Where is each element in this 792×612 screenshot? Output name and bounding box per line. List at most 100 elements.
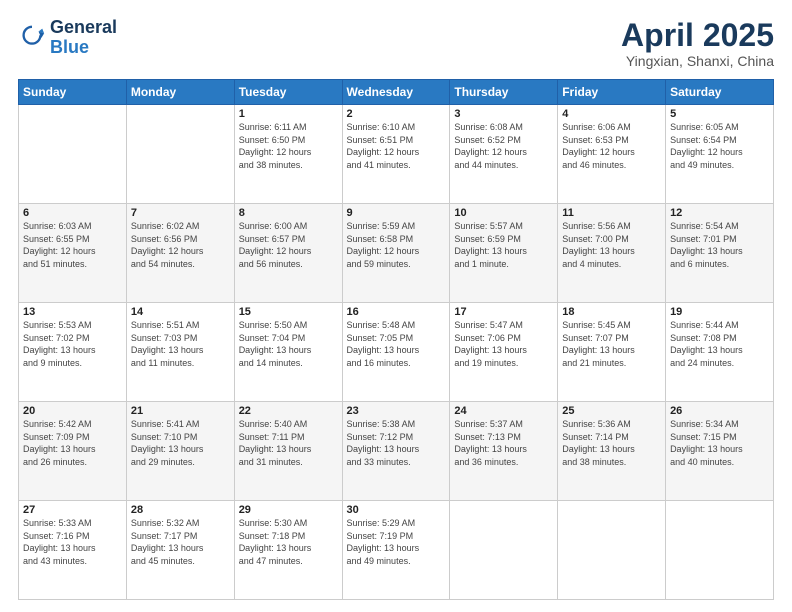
calendar-cell: 29Sunrise: 5:30 AM Sunset: 7:18 PM Dayli… [234, 501, 342, 600]
day-info: Sunrise: 6:10 AM Sunset: 6:51 PM Dayligh… [347, 121, 446, 171]
logo-icon [18, 24, 46, 52]
calendar-cell [19, 105, 127, 204]
day-number: 12 [670, 207, 769, 219]
calendar-cell: 27Sunrise: 5:33 AM Sunset: 7:16 PM Dayli… [19, 501, 127, 600]
calendar-cell: 5Sunrise: 6:05 AM Sunset: 6:54 PM Daylig… [666, 105, 774, 204]
calendar-cell: 4Sunrise: 6:06 AM Sunset: 6:53 PM Daylig… [558, 105, 666, 204]
day-number: 18 [562, 306, 661, 318]
day-number: 26 [670, 405, 769, 417]
day-info: Sunrise: 5:36 AM Sunset: 7:14 PM Dayligh… [562, 418, 661, 468]
calendar-cell: 12Sunrise: 5:54 AM Sunset: 7:01 PM Dayli… [666, 204, 774, 303]
calendar-cell [558, 501, 666, 600]
day-number: 1 [239, 108, 338, 120]
calendar-cell: 28Sunrise: 5:32 AM Sunset: 7:17 PM Dayli… [126, 501, 234, 600]
day-number: 29 [239, 504, 338, 516]
day-info: Sunrise: 5:42 AM Sunset: 7:09 PM Dayligh… [23, 418, 122, 468]
location: Yingxian, Shanxi, China [621, 53, 774, 69]
calendar-cell: 21Sunrise: 5:41 AM Sunset: 7:10 PM Dayli… [126, 402, 234, 501]
calendar-table: SundayMondayTuesdayWednesdayThursdayFrid… [18, 79, 774, 600]
calendar-cell: 3Sunrise: 6:08 AM Sunset: 6:52 PM Daylig… [450, 105, 558, 204]
calendar-cell: 10Sunrise: 5:57 AM Sunset: 6:59 PM Dayli… [450, 204, 558, 303]
day-info: Sunrise: 6:05 AM Sunset: 6:54 PM Dayligh… [670, 121, 769, 171]
calendar-cell: 26Sunrise: 5:34 AM Sunset: 7:15 PM Dayli… [666, 402, 774, 501]
day-number: 19 [670, 306, 769, 318]
day-info: Sunrise: 5:37 AM Sunset: 7:13 PM Dayligh… [454, 418, 553, 468]
calendar-header-row: SundayMondayTuesdayWednesdayThursdayFrid… [19, 80, 774, 105]
calendar-cell: 14Sunrise: 5:51 AM Sunset: 7:03 PM Dayli… [126, 303, 234, 402]
calendar-day-header: Thursday [450, 80, 558, 105]
day-info: Sunrise: 5:59 AM Sunset: 6:58 PM Dayligh… [347, 220, 446, 270]
title-block: April 2025 Yingxian, Shanxi, China [621, 18, 774, 69]
day-info: Sunrise: 5:50 AM Sunset: 7:04 PM Dayligh… [239, 319, 338, 369]
calendar-cell: 13Sunrise: 5:53 AM Sunset: 7:02 PM Dayli… [19, 303, 127, 402]
day-info: Sunrise: 5:41 AM Sunset: 7:10 PM Dayligh… [131, 418, 230, 468]
calendar-cell: 15Sunrise: 5:50 AM Sunset: 7:04 PM Dayli… [234, 303, 342, 402]
calendar-cell: 7Sunrise: 6:02 AM Sunset: 6:56 PM Daylig… [126, 204, 234, 303]
day-info: Sunrise: 5:48 AM Sunset: 7:05 PM Dayligh… [347, 319, 446, 369]
day-number: 21 [131, 405, 230, 417]
calendar-cell: 18Sunrise: 5:45 AM Sunset: 7:07 PM Dayli… [558, 303, 666, 402]
day-number: 7 [131, 207, 230, 219]
day-info: Sunrise: 5:47 AM Sunset: 7:06 PM Dayligh… [454, 319, 553, 369]
day-info: Sunrise: 5:33 AM Sunset: 7:16 PM Dayligh… [23, 517, 122, 567]
calendar-cell [126, 105, 234, 204]
day-info: Sunrise: 5:54 AM Sunset: 7:01 PM Dayligh… [670, 220, 769, 270]
calendar-cell: 30Sunrise: 5:29 AM Sunset: 7:19 PM Dayli… [342, 501, 450, 600]
calendar-cell [450, 501, 558, 600]
day-number: 2 [347, 108, 446, 120]
day-info: Sunrise: 6:03 AM Sunset: 6:55 PM Dayligh… [23, 220, 122, 270]
day-info: Sunrise: 5:38 AM Sunset: 7:12 PM Dayligh… [347, 418, 446, 468]
day-number: 22 [239, 405, 338, 417]
calendar-week-row: 6Sunrise: 6:03 AM Sunset: 6:55 PM Daylig… [19, 204, 774, 303]
calendar-cell: 25Sunrise: 5:36 AM Sunset: 7:14 PM Dayli… [558, 402, 666, 501]
day-info: Sunrise: 6:00 AM Sunset: 6:57 PM Dayligh… [239, 220, 338, 270]
day-number: 6 [23, 207, 122, 219]
calendar-day-header: Saturday [666, 80, 774, 105]
calendar-cell: 6Sunrise: 6:03 AM Sunset: 6:55 PM Daylig… [19, 204, 127, 303]
calendar-cell: 9Sunrise: 5:59 AM Sunset: 6:58 PM Daylig… [342, 204, 450, 303]
day-info: Sunrise: 5:51 AM Sunset: 7:03 PM Dayligh… [131, 319, 230, 369]
day-number: 11 [562, 207, 661, 219]
calendar-week-row: 1Sunrise: 6:11 AM Sunset: 6:50 PM Daylig… [19, 105, 774, 204]
day-number: 8 [239, 207, 338, 219]
day-info: Sunrise: 5:29 AM Sunset: 7:19 PM Dayligh… [347, 517, 446, 567]
calendar-week-row: 27Sunrise: 5:33 AM Sunset: 7:16 PM Dayli… [19, 501, 774, 600]
day-number: 24 [454, 405, 553, 417]
day-number: 23 [347, 405, 446, 417]
day-info: Sunrise: 5:57 AM Sunset: 6:59 PM Dayligh… [454, 220, 553, 270]
calendar-cell: 19Sunrise: 5:44 AM Sunset: 7:08 PM Dayli… [666, 303, 774, 402]
calendar-day-header: Wednesday [342, 80, 450, 105]
day-number: 30 [347, 504, 446, 516]
day-number: 25 [562, 405, 661, 417]
day-number: 20 [23, 405, 122, 417]
day-info: Sunrise: 5:34 AM Sunset: 7:15 PM Dayligh… [670, 418, 769, 468]
day-number: 10 [454, 207, 553, 219]
day-number: 17 [454, 306, 553, 318]
day-number: 5 [670, 108, 769, 120]
calendar-cell: 23Sunrise: 5:38 AM Sunset: 7:12 PM Dayli… [342, 402, 450, 501]
day-info: Sunrise: 6:02 AM Sunset: 6:56 PM Dayligh… [131, 220, 230, 270]
calendar-week-row: 13Sunrise: 5:53 AM Sunset: 7:02 PM Dayli… [19, 303, 774, 402]
day-info: Sunrise: 5:45 AM Sunset: 7:07 PM Dayligh… [562, 319, 661, 369]
day-number: 9 [347, 207, 446, 219]
calendar-week-row: 20Sunrise: 5:42 AM Sunset: 7:09 PM Dayli… [19, 402, 774, 501]
day-info: Sunrise: 6:06 AM Sunset: 6:53 PM Dayligh… [562, 121, 661, 171]
logo: General Blue [18, 18, 117, 58]
header: General Blue April 2025 Yingxian, Shanxi… [18, 18, 774, 69]
calendar-day-header: Sunday [19, 80, 127, 105]
calendar-cell: 22Sunrise: 5:40 AM Sunset: 7:11 PM Dayli… [234, 402, 342, 501]
month-title: April 2025 [621, 18, 774, 53]
calendar-cell: 17Sunrise: 5:47 AM Sunset: 7:06 PM Dayli… [450, 303, 558, 402]
day-info: Sunrise: 6:11 AM Sunset: 6:50 PM Dayligh… [239, 121, 338, 171]
calendar-cell: 2Sunrise: 6:10 AM Sunset: 6:51 PM Daylig… [342, 105, 450, 204]
calendar-day-header: Tuesday [234, 80, 342, 105]
calendar-cell: 16Sunrise: 5:48 AM Sunset: 7:05 PM Dayli… [342, 303, 450, 402]
day-info: Sunrise: 5:53 AM Sunset: 7:02 PM Dayligh… [23, 319, 122, 369]
page: General Blue April 2025 Yingxian, Shanxi… [0, 0, 792, 612]
day-info: Sunrise: 5:40 AM Sunset: 7:11 PM Dayligh… [239, 418, 338, 468]
calendar-day-header: Monday [126, 80, 234, 105]
day-number: 14 [131, 306, 230, 318]
calendar-cell: 1Sunrise: 6:11 AM Sunset: 6:50 PM Daylig… [234, 105, 342, 204]
day-number: 16 [347, 306, 446, 318]
day-number: 4 [562, 108, 661, 120]
